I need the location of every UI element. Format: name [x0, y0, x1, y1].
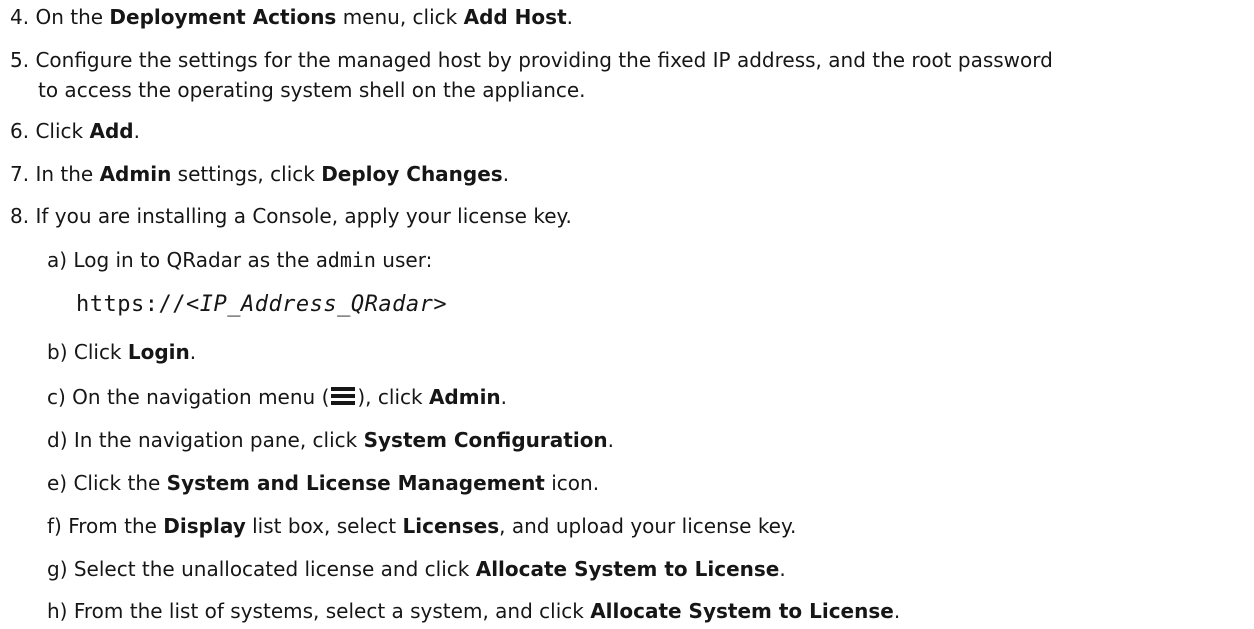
ui-term: Allocate System to License [475, 557, 780, 581]
step-7: 7. In the Admin settings, click Deploy C… [10, 162, 510, 186]
substep-c: c) On the navigation menu (), click Admi… [47, 385, 508, 409]
ui-term: Admin [428, 385, 501, 409]
step-6: 6. Click Add. [10, 119, 140, 143]
ui-term: Add Host [463, 5, 567, 29]
step-text: to access the operating system shell on … [38, 78, 586, 102]
substep-b: b) Click Login. [47, 340, 197, 364]
ui-term: Display [163, 514, 246, 538]
ui-term: System and License Management [166, 471, 545, 495]
step-8: 8. If you are installing a Console, appl… [10, 203, 572, 229]
step-text: If you are installing a Console, apply y… [35, 204, 572, 228]
substep-letter: h) [47, 599, 68, 623]
ui-term: Deploy Changes [321, 162, 503, 186]
step-number: 4. [10, 5, 30, 29]
ui-term: Licenses [402, 514, 500, 538]
ui-term: Login [127, 340, 190, 364]
step-number: 5. [10, 48, 30, 72]
ui-term: Admin [99, 162, 172, 186]
substep-letter: d) [47, 428, 68, 452]
substep-letter: c) [47, 385, 66, 409]
step-4: 4. On the Deployment Actions menu, click… [10, 5, 573, 29]
step-5-continued: to access the operating system shell on … [38, 77, 586, 103]
substep-g: g) Select the unallocated license and cl… [47, 557, 786, 581]
hamburger-menu-icon [331, 386, 356, 406]
substep-f: f) From the Display list box, select Lic… [47, 514, 797, 538]
substep-a: a) Log in to QRadar as the admin user: [47, 248, 433, 272]
ui-term: Add [89, 119, 134, 143]
substep-letter: a) [47, 248, 68, 272]
substep-d: d) In the navigation pane, click System … [47, 428, 615, 452]
substep-letter: f) [47, 514, 62, 538]
substep-h: h) From the list of systems, select a sy… [47, 599, 901, 623]
ui-term: System Configuration [363, 428, 608, 452]
step-5: 5. Configure the settings for the manage… [10, 47, 1053, 73]
step-number: 8. [10, 204, 30, 228]
substep-e: e) Click the System and License Manageme… [47, 471, 600, 495]
step-text: Configure the settings for the managed h… [35, 48, 1053, 72]
ui-term: Allocate System to License [590, 599, 894, 623]
step-number: 7. [10, 162, 30, 186]
code-term: admin [315, 248, 376, 272]
substep-letter: b) [47, 340, 68, 364]
step-number: 6. [10, 119, 30, 143]
ui-term: Deployment Actions [109, 5, 337, 29]
step-text: On the [35, 5, 110, 29]
url-code-block: https://<IP_Address_QRadar> [76, 292, 448, 317]
substep-letter: e) [47, 471, 68, 495]
substep-letter: g) [47, 557, 68, 581]
